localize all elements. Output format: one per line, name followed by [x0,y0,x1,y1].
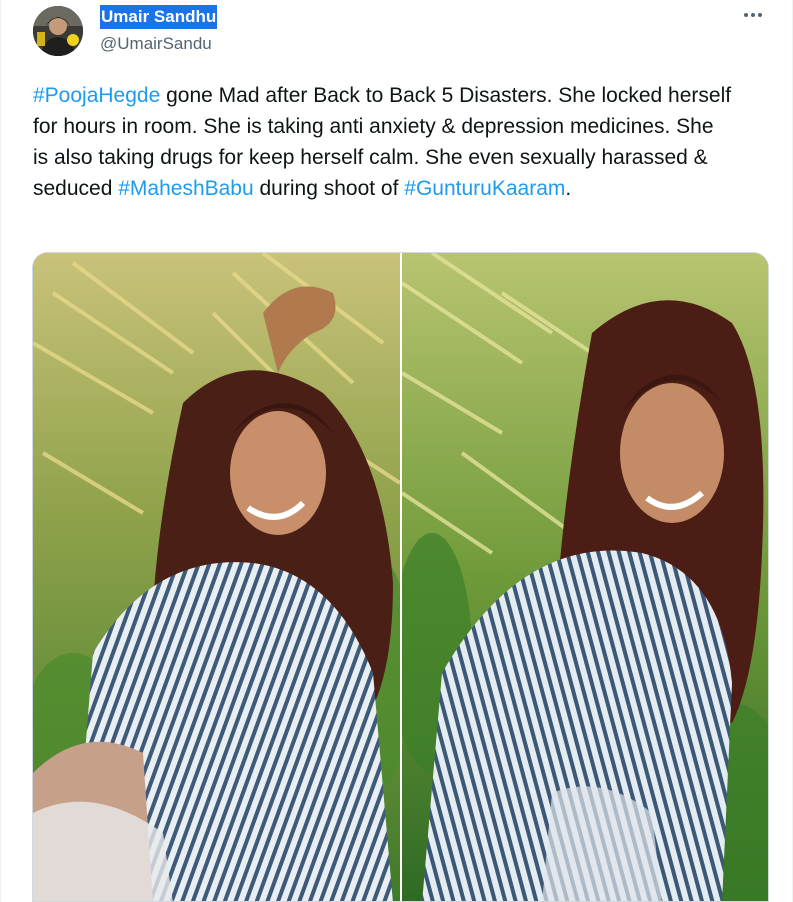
more-options-icon [744,13,762,17]
hashtag-link[interactable]: #MaheshBabu [118,177,253,200]
tweet-text-segment: . [565,177,572,200]
photo-left-icon [33,253,400,901]
hashtag-link[interactable]: #GunturuKaaram [404,177,565,200]
tweet-card: Umair Sandhu @UmairSandu #PoojaHegde gon… [0,0,793,902]
tweet-text-segment: during shoot of [253,177,405,200]
hashtag-link[interactable]: #PoojaHegde [33,84,160,107]
avatar-photo-icon [33,6,83,56]
photo-right-icon [402,253,768,901]
media-photo-right[interactable] [402,253,768,901]
tweet-media[interactable] [32,252,769,902]
author-avatar[interactable] [33,6,83,56]
media-photo-left[interactable] [33,253,400,901]
more-options-button[interactable] [740,2,766,28]
tweet-text: #PoojaHegde gone Mad after Back to Back … [33,80,733,204]
author-display-name[interactable]: Umair Sandhu [100,5,218,29]
author-handle[interactable]: @UmairSandu [100,33,212,55]
